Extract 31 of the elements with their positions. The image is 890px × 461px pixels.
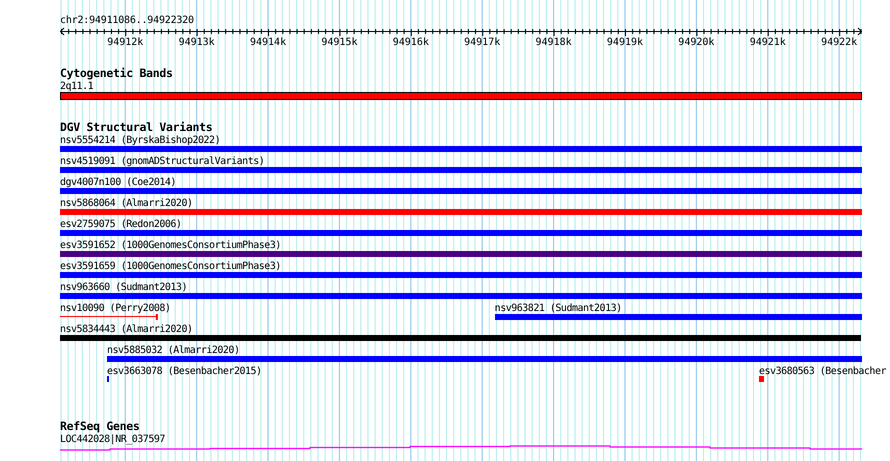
- tick-label: 94918k: [536, 37, 572, 49]
- tick-label: 94920k: [678, 37, 714, 49]
- track-title: DGV Structural Variants: [60, 121, 212, 134]
- variant-label: nsv10090 (Perry2008): [60, 303, 170, 314]
- variant-label: nsv4519091 (gnomADStructuralVariants): [60, 156, 264, 167]
- tick-label: 94913k: [178, 37, 215, 49]
- variant-label: dgv4007n100 (Coe2014): [60, 177, 176, 188]
- tick-label: 94921k: [750, 37, 786, 49]
- variant-label: nsv963821 (Sudmant2013): [494, 303, 622, 314]
- variant-label: esv3591652 (1000GenomesConsortiumPhase3): [60, 240, 281, 251]
- variant-label: esv3663078 (Besenbacher2015): [106, 366, 262, 377]
- variant-label: nsv5834443 (Almarri2020): [60, 324, 192, 335]
- track-title: Cytogenetic Bands: [60, 67, 173, 80]
- tick-label: 94912k: [107, 37, 144, 49]
- band-label: 2q11.1: [60, 81, 94, 92]
- variant-label: nsv5554214 (ByrskaBishop2022): [60, 135, 220, 146]
- variant-label: esv3591659 (1000GenomesConsortiumPhase3): [60, 261, 281, 272]
- variant-label: nsv5868064 (Almarri2020): [60, 198, 192, 209]
- track-title: RefSeq Genes: [60, 420, 140, 433]
- variant-label: esv3680563 (Besenbacher: [759, 366, 886, 377]
- tick-label: 94915k: [321, 37, 358, 49]
- tick-label: 94916k: [392, 37, 429, 49]
- location-text: chr2:94911086..94922320: [60, 14, 195, 27]
- variant-label: nsv5885032 (Almarri2020): [106, 345, 240, 356]
- tick-label: 94914k: [250, 37, 286, 49]
- variant-label: nsv963660 (Sudmant2013): [60, 282, 187, 293]
- tick-label: 94919k: [606, 37, 644, 49]
- tick-label: 94917k: [464, 37, 500, 49]
- tick-label: 94922k: [821, 37, 858, 49]
- variant-label: esv2759075 (Redon2006): [60, 219, 182, 230]
- gene-label: LOC442028|NR_037597: [60, 434, 165, 445]
